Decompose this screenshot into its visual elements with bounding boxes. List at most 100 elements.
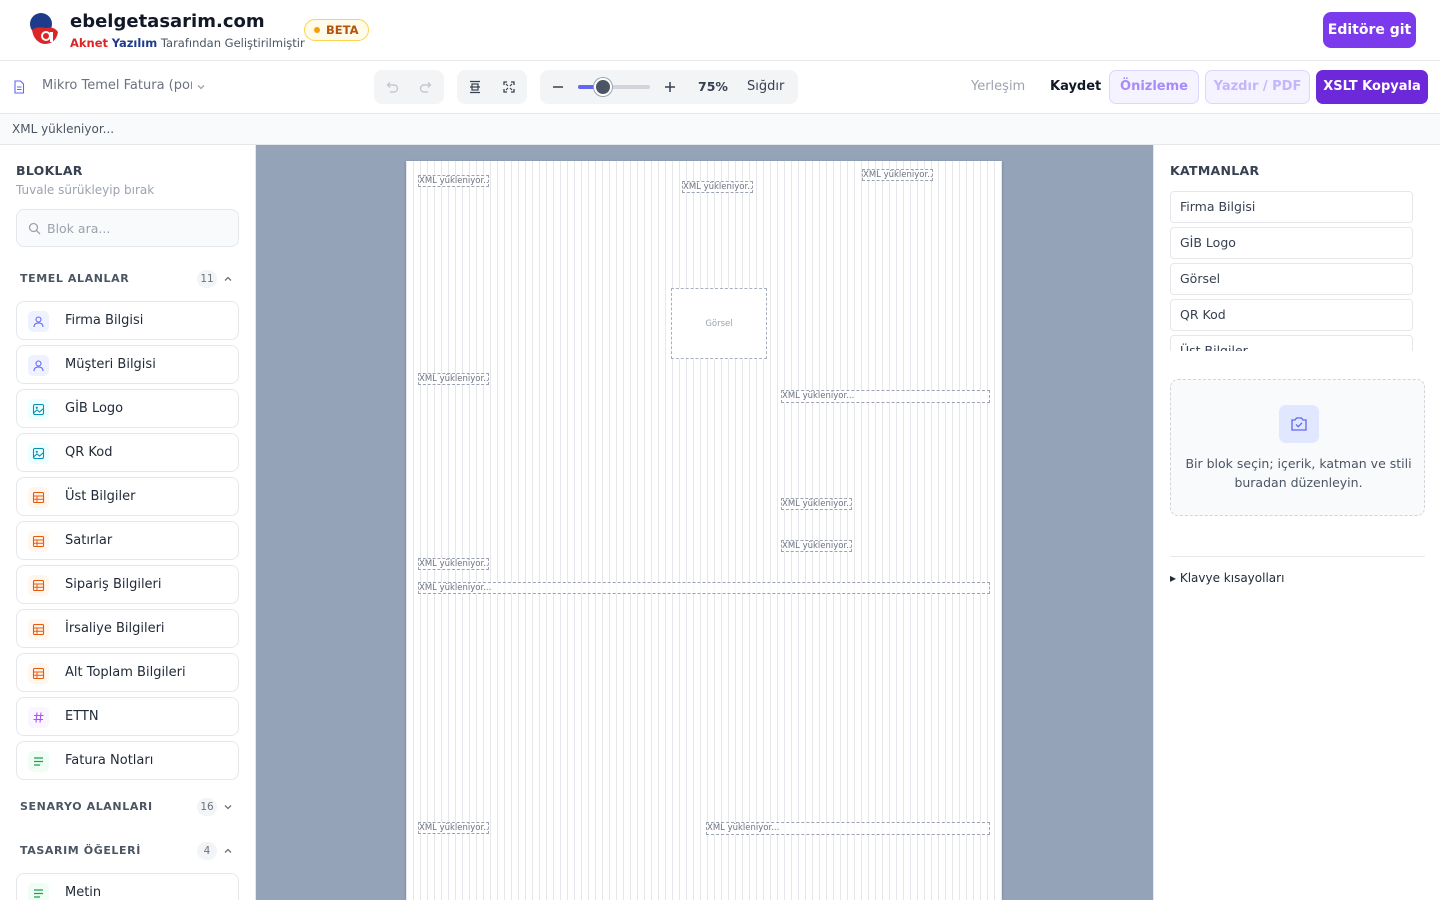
canvas-field[interactable]: XML yükleniyor...	[418, 582, 990, 594]
block-siparis-bilgileri[interactable]: Sipariş Bilgileri	[16, 565, 239, 604]
beta-dot-icon	[314, 26, 320, 33]
layer-item[interactable]: GİB Logo	[1170, 227, 1413, 259]
zoom-group: 75% Sığdır	[540, 70, 798, 104]
select-block-icon	[1279, 405, 1319, 443]
layer-item[interactable]: QR Kod	[1170, 299, 1413, 331]
search-icon	[28, 222, 41, 235]
zoom-in-icon[interactable]	[661, 78, 679, 96]
hash-icon	[28, 707, 49, 728]
canvas-field[interactable]: XML yükleniyor...	[781, 498, 852, 510]
block-ust-bilgiler[interactable]: Üst Bilgiler	[16, 477, 239, 516]
canvas-field[interactable]: XML yükleniyor...	[706, 822, 990, 835]
block-search-input[interactable]	[47, 218, 227, 238]
brand-sub-yazilim: Yazılım	[111, 36, 158, 50]
canvas-field[interactable]: XML yükleniyor...	[418, 373, 489, 385]
template-select[interactable]: Mikro Temel Fatura (por	[42, 78, 192, 93]
fit-button[interactable]: Sığdır	[747, 79, 784, 94]
block-irsaliye-bilgileri[interactable]: İrsaliye Bilgileri	[16, 609, 239, 648]
chevron-down-icon[interactable]	[195, 81, 207, 93]
block-label: Fatura Notları	[65, 753, 154, 768]
zoom-slider-handle[interactable]	[594, 78, 612, 96]
canvas-field[interactable]: XML yükleniyor...	[682, 181, 753, 193]
block-fatura-notlari[interactable]: Fatura Notları	[16, 741, 239, 780]
undo-icon[interactable]	[383, 78, 401, 96]
table-icon	[28, 487, 49, 508]
brand-sub-rest: Tarafından Geliştirilmiştir	[160, 36, 305, 50]
save-button[interactable]: Kaydet	[1050, 79, 1101, 94]
redo-icon[interactable]	[417, 78, 435, 96]
preview-button[interactable]: Önizleme	[1109, 70, 1199, 104]
selection-empty-state: Bir blok seçin; içerik, katman ve stili …	[1170, 379, 1425, 516]
divider	[1170, 556, 1425, 557]
block-firma-bilgisi[interactable]: Firma Bilgisi	[16, 301, 239, 340]
block-label: Sipariş Bilgileri	[65, 577, 162, 592]
go-to-editor-button[interactable]: Editöre git	[1323, 12, 1416, 48]
xslt-copy-button[interactable]: XSLT Kopyala	[1316, 70, 1428, 104]
brand-subtitle: Aknet Yazılım Tarafından Geliştirilmişti…	[70, 35, 305, 51]
document-icon	[14, 80, 25, 94]
layer-item[interactable]: Firma Bilgisi	[1170, 191, 1413, 223]
table-icon	[28, 575, 49, 596]
block-label: Satırlar	[65, 533, 113, 548]
block-qr-kod[interactable]: QR Kod	[16, 433, 239, 472]
print-pdf-button[interactable]: Yazdır / PDF	[1205, 70, 1310, 104]
layers-title: KATMANLAR	[1170, 163, 1260, 178]
blocks-sidebar: BLOKLAR Tuvale sürükleyip bırak TEMEL AL…	[0, 145, 256, 900]
block-ettn[interactable]: ETTN	[16, 697, 239, 736]
fullscreen-icon[interactable]	[500, 78, 518, 96]
block-satirlar[interactable]: Satırlar	[16, 521, 239, 560]
beta-label: BETA	[326, 23, 359, 37]
block-label: ETTN	[65, 709, 99, 724]
canvas-image-placeholder[interactable]: Görsel	[671, 288, 767, 359]
block-label: Üst Bilgiler	[65, 489, 136, 504]
history-group	[374, 70, 444, 104]
canvas-field[interactable]: XML yükleniyor...	[418, 175, 489, 187]
category-label: TEMEL ALANLAR	[20, 272, 130, 285]
empty-state-text: Bir blok seçin; içerik, katman ve stili …	[1185, 456, 1412, 490]
canvas-field[interactable]: XML yükleniyor...	[781, 390, 990, 403]
canvas-field[interactable]: XML yükleniyor...	[781, 540, 852, 552]
chevron-down-icon[interactable]	[222, 801, 234, 813]
block-label: Alt Toplam Bilgileri	[65, 665, 186, 680]
block-metin[interactable]: Metin	[16, 873, 239, 900]
chevron-up-icon[interactable]	[222, 273, 234, 285]
category-label: SENARYO ALANLARI	[20, 800, 153, 813]
category-count: 16	[197, 798, 217, 816]
layers-list[interactable]: Firma Bilgisi GİB Logo Görsel QR Kod Üst…	[1170, 191, 1413, 351]
app-header: ebelgetasarim.com Aknet Yazılım Tarafınd…	[0, 0, 1440, 61]
category-senaryo-alanlari[interactable]: SENARYO ALANLARI 16	[20, 797, 238, 817]
canvas-field[interactable]: XML yükleniyor...	[418, 558, 489, 570]
design-canvas[interactable]: XML yükleniyor... XML yükleniyor... XML …	[256, 145, 1153, 900]
properties-sidebar: KATMANLAR Firma Bilgisi GİB Logo Görsel …	[1153, 145, 1440, 900]
keyboard-shortcuts-toggle[interactable]: ▸ Klavye kısayolları	[1170, 571, 1284, 585]
chevron-up-icon[interactable]	[222, 845, 234, 857]
canvas-field[interactable]: XML yükleniyor...	[862, 169, 933, 181]
blocks-subtitle: Tuvale sürükleyip bırak	[16, 183, 155, 197]
zoom-out-icon[interactable]	[549, 78, 567, 96]
block-label: GİB Logo	[65, 401, 124, 416]
zoom-slider[interactable]	[578, 85, 650, 89]
text-icon	[28, 751, 49, 772]
user-icon	[28, 311, 49, 332]
image-icon	[28, 399, 49, 420]
layout-button[interactable]: Yerleşim	[971, 79, 1025, 94]
canvas-field[interactable]: XML yükleniyor...	[418, 822, 489, 834]
block-search	[16, 209, 239, 247]
text-icon	[28, 883, 49, 900]
invoice-page[interactable]: XML yükleniyor... XML yükleniyor... XML …	[406, 161, 1002, 900]
block-label: Firma Bilgisi	[65, 313, 144, 328]
block-musteri-bilgisi[interactable]: Müşteri Bilgisi	[16, 345, 239, 384]
block-alt-toplam-bilgileri[interactable]: Alt Toplam Bilgileri	[16, 653, 239, 692]
category-tasarim-ogeleri[interactable]: TASARIM ÖĞELERİ 4	[20, 841, 238, 861]
layer-item[interactable]: Üst Bilgiler	[1170, 335, 1413, 351]
category-temel-alanlar[interactable]: TEMEL ALANLAR 11	[20, 269, 238, 289]
brand-title: ebelgetasarim.com	[70, 11, 265, 32]
view-group	[457, 70, 527, 104]
blocks-title: BLOKLAR	[16, 163, 83, 178]
block-gib-logo[interactable]: GİB Logo	[16, 389, 239, 428]
zoom-value: 75%	[698, 79, 728, 94]
beta-badge: BETA	[304, 19, 370, 41]
layer-item[interactable]: Görsel	[1170, 263, 1413, 295]
align-center-icon[interactable]	[466, 78, 484, 96]
category-count: 4	[197, 842, 217, 860]
